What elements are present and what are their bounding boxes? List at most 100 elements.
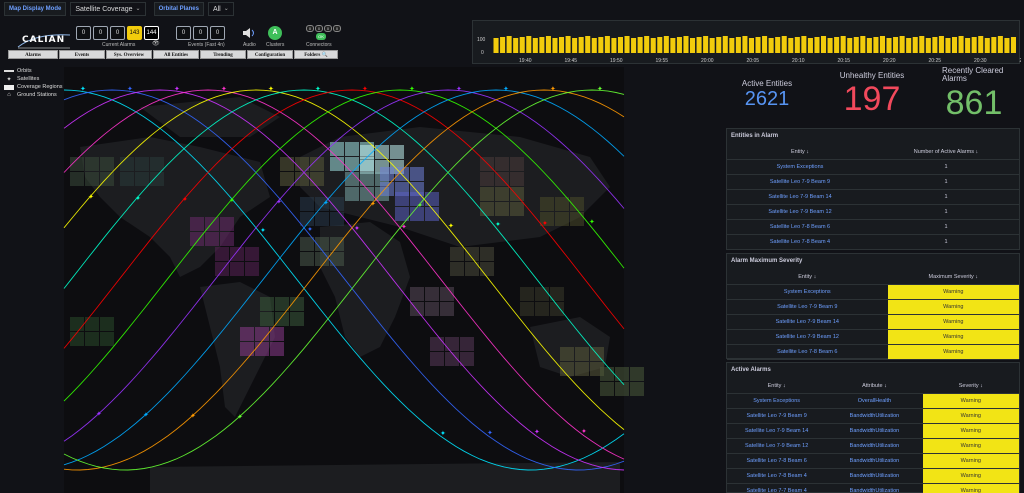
alarm-count-minor[interactable]: 0 bbox=[110, 26, 125, 40]
coverage-cell[interactable] bbox=[540, 197, 554, 211]
entity-link[interactable]: System Exceptions bbox=[727, 393, 827, 409]
attribute-link[interactable]: BandwidthUtilization bbox=[826, 408, 923, 424]
coverage-cell[interactable] bbox=[465, 247, 479, 261]
coverage-cell[interactable] bbox=[120, 172, 134, 186]
table-row[interactable]: Satellite Leo 7-9 Beam 12 BandwidthUtiliz… bbox=[727, 438, 1019, 454]
coverage-cell[interactable] bbox=[480, 262, 494, 276]
alarm-count-total[interactable]: 144 bbox=[144, 26, 159, 40]
coverage-cell[interactable] bbox=[330, 252, 344, 266]
entity-link[interactable]: System Exceptions bbox=[727, 284, 888, 300]
satellite-icon[interactable]: ✦ bbox=[237, 413, 243, 421]
coverage-cell[interactable] bbox=[330, 237, 344, 251]
coverage-cell[interactable] bbox=[345, 157, 359, 171]
satellite-icon[interactable]: ✦ bbox=[229, 197, 235, 205]
satellite-icon[interactable]: ✦ bbox=[581, 427, 587, 435]
coverage-cell[interactable] bbox=[615, 367, 629, 381]
coverage-cell[interactable] bbox=[70, 317, 84, 331]
coverage-cell[interactable] bbox=[495, 157, 509, 171]
unhealthy-entities-stat[interactable]: Unhealthy Entities 197 bbox=[830, 72, 914, 119]
entity-link[interactable]: Satellite Leo 7-7 Beam 4 bbox=[727, 483, 827, 493]
table-row[interactable]: Satellite Leo 7-9 Beam 14 BandwidthUtiliz… bbox=[727, 423, 1019, 439]
table-row[interactable]: Satellite Leo 7-8 Beam 6 BandwidthUtiliza… bbox=[727, 453, 1019, 469]
satellite-icon[interactable]: ✦ bbox=[268, 85, 274, 93]
coverage-cell[interactable] bbox=[480, 172, 494, 186]
alarm-count-major[interactable]: 0 bbox=[93, 26, 108, 40]
active-entities-stat[interactable]: Active Entities 2621 bbox=[728, 80, 806, 111]
satellite-icon[interactable]: ✦ bbox=[401, 223, 407, 231]
events-counters[interactable]: 0 0 0 bbox=[176, 26, 225, 40]
coverage-cell[interactable] bbox=[150, 172, 164, 186]
coverage-cell[interactable] bbox=[275, 312, 289, 326]
coverage-cell[interactable] bbox=[85, 317, 99, 331]
coverage-cell[interactable] bbox=[480, 157, 494, 171]
satellite-icon[interactable]: ✦ bbox=[409, 85, 415, 93]
entity-link[interactable]: Satellite Leo 7-9 Beam 12 bbox=[727, 329, 888, 345]
coverage-cell[interactable] bbox=[270, 342, 284, 356]
coverage-cell[interactable] bbox=[85, 157, 99, 171]
satellite-icon[interactable]: ✦ bbox=[503, 85, 509, 93]
entity-link[interactable]: Satellite Leo 7-9 Beam 12 bbox=[727, 438, 827, 454]
table-row[interactable]: Satellite Leo 7-8 Beam 61 bbox=[727, 219, 1019, 235]
satellite-icon[interactable]: ✦ bbox=[597, 85, 603, 93]
trending-button[interactable]: Trending bbox=[200, 50, 246, 59]
alarm-count-warning[interactable]: 143 bbox=[127, 26, 142, 40]
table-row[interactable]: System Exceptions OverallHealth Warning bbox=[727, 393, 1019, 409]
current-alarms-counters[interactable]: 0 0 0 143 144 bbox=[76, 26, 159, 40]
satellite-icon[interactable]: ✦ bbox=[534, 428, 540, 436]
table-row[interactable]: System Exceptions Warning bbox=[727, 284, 1019, 300]
event-count-2[interactable]: 0 bbox=[193, 26, 208, 40]
all-entities-button[interactable]: All Entities bbox=[153, 50, 199, 59]
connector-dot[interactable]: 0 bbox=[315, 25, 323, 32]
satellite-icon[interactable]: ✦ bbox=[80, 85, 86, 93]
satellite-icon[interactable]: ✦ bbox=[96, 410, 102, 418]
coverage-cell[interactable] bbox=[300, 237, 314, 251]
coverage-cell[interactable] bbox=[255, 327, 269, 341]
satellite-icon[interactable]: ✦ bbox=[495, 221, 501, 229]
satellite-map[interactable]: Orbits ✦ Satellites Coverage Regions ⌂ Gro… bbox=[0, 67, 722, 493]
coverage-cell[interactable] bbox=[600, 382, 614, 396]
recently-cleared-stat[interactable]: Recently Cleared Alarms 861 bbox=[932, 67, 1016, 123]
table-row[interactable]: Satellite Leo 7-9 Beam 14 Warning bbox=[727, 314, 1019, 330]
attribute-link[interactable]: BandwidthUtilization bbox=[826, 468, 923, 484]
satellite-icon[interactable]: ✦ bbox=[143, 411, 149, 419]
satellite-icon[interactable]: ✦ bbox=[456, 85, 462, 93]
coverage-cell[interactable] bbox=[380, 182, 394, 196]
table-row[interactable]: Satellite Leo 7-9 Beam 91 bbox=[727, 174, 1019, 190]
map-display-mode-select[interactable]: Satellite Coverage ⌄ bbox=[70, 2, 146, 16]
table-row[interactable]: Satellite Leo 7-8 Beam 4 BandwidthUtiliza… bbox=[727, 468, 1019, 484]
table-row[interactable]: Satellite Leo 7-9 Beam 12 1 bbox=[727, 204, 1019, 220]
coverage-cell[interactable] bbox=[410, 287, 424, 301]
table-row[interactable]: Satellite Leo 7-8 Beam 41 bbox=[727, 234, 1019, 250]
alarm-count-critical[interactable]: 0 bbox=[76, 26, 91, 40]
satellite-icon[interactable]: ✦ bbox=[260, 227, 266, 235]
entity-link[interactable]: Satellite Leo 7-8 Beam 6 bbox=[727, 344, 888, 360]
coverage-cell[interactable] bbox=[425, 192, 439, 206]
table-row[interactable]: Satellite Leo 7-9 Beam 14 1 bbox=[727, 189, 1019, 205]
entity-link[interactable]: Satellite Leo 7-9 Beam 9 bbox=[727, 299, 888, 315]
coverage-cell[interactable] bbox=[330, 142, 344, 156]
coverage-cell[interactable] bbox=[300, 252, 314, 266]
satellite-icon[interactable]: ✦ bbox=[589, 218, 595, 226]
coverage-cell[interactable] bbox=[440, 302, 454, 316]
coverage-cell[interactable] bbox=[260, 312, 274, 326]
coverage-cell[interactable] bbox=[100, 172, 114, 186]
coverage-cell[interactable] bbox=[100, 157, 114, 171]
coverage-cell[interactable] bbox=[230, 247, 244, 261]
orbital-planes-select[interactable]: All ⌄ bbox=[207, 2, 234, 16]
table-row[interactable]: System Exceptions 1 bbox=[727, 159, 1019, 175]
coverage-cell[interactable] bbox=[520, 302, 534, 316]
eye-off-icon[interactable]: 👁 bbox=[152, 40, 160, 47]
satellite-icon[interactable]: ✦ bbox=[182, 195, 188, 203]
coverage-cell[interactable] bbox=[230, 262, 244, 276]
satellite-icon[interactable]: ✦ bbox=[323, 199, 329, 207]
table-row[interactable]: Satellite Leo 7-7 Beam 4 BandwidthUtiliza… bbox=[727, 483, 1019, 493]
audio-speaker-icon[interactable] bbox=[242, 27, 256, 39]
coverage-cell[interactable] bbox=[510, 172, 524, 186]
coverage-cell[interactable] bbox=[430, 337, 444, 351]
coverage-cell[interactable] bbox=[70, 172, 84, 186]
satellite-icon[interactable]: ✦ bbox=[315, 85, 321, 93]
satellite-icon[interactable]: ✦ bbox=[440, 430, 446, 438]
satellite-icon[interactable]: ✦ bbox=[276, 198, 282, 206]
satellite-icon[interactable]: ✦ bbox=[127, 85, 133, 93]
coverage-cell[interactable] bbox=[100, 317, 114, 331]
